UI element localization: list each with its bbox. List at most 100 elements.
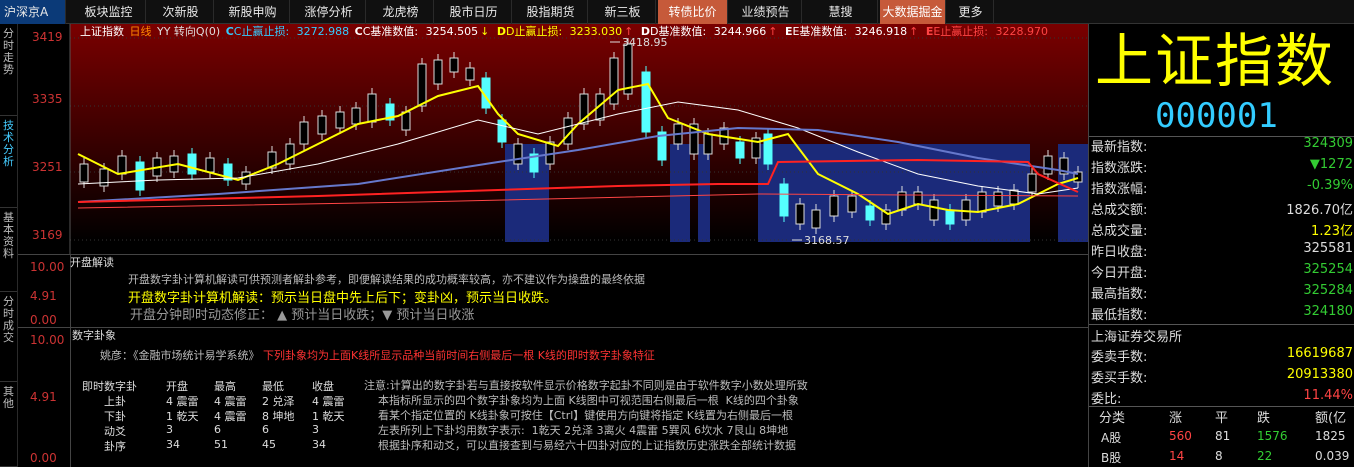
quote-label: 指数涨幅: [1091, 182, 1148, 197]
gua-cell: 4 震雷 [312, 395, 345, 408]
tab-11[interactable]: 慧搜 [804, 0, 878, 24]
breadth-cell: 560 [1169, 429, 1192, 443]
quote-row: 指数涨幅: -0.39% [1089, 178, 1354, 199]
tab-3[interactable]: 新股申购 [216, 0, 290, 24]
tab-2[interactable]: 次新股 [148, 0, 214, 24]
gua-cell: 51 [214, 438, 228, 451]
side-tab-3[interactable]: 基本资料 [0, 208, 17, 292]
quote-row: 委卖手数: 16619687 [1089, 346, 1354, 367]
quote-label: 最低指数: [1091, 308, 1148, 323]
legend-c-base-value: 3254.505 ↓ [425, 25, 490, 38]
legend-c-stop: CC止赢止损: [225, 25, 290, 38]
quote-label: 最新指数: [1091, 140, 1148, 155]
candle-body [99, 168, 109, 187]
quote-value: 1826.70亿 [1286, 203, 1353, 218]
candle-body [135, 161, 145, 191]
gua-cell: 1 乾天 [166, 410, 199, 423]
quote-label: 最高指数: [1091, 287, 1148, 302]
candle-body [945, 209, 955, 225]
candle-body [1027, 173, 1037, 193]
breadth-header: 额(亿 [1315, 411, 1347, 426]
gua-cell: 3 [312, 423, 319, 436]
panel1-minute-correction: 开盘分钟即时动态修正： ▲ 预计当日收跌；▼ 预计当日收涨 [130, 308, 475, 323]
quote-row: 昨日收盘: 325581 [1089, 241, 1354, 262]
panel2-source: 姚彦：《金融市场统计易学系统》 下列卦象均为上面K线所显示品种当前时间右侧最后一… [100, 347, 655, 363]
gua-header-cell: 最低 [262, 380, 284, 393]
tab-10[interactable]: 业绩预告 [730, 0, 802, 24]
tab-9[interactable]: 转债比价 [658, 0, 728, 24]
side-tab-5[interactable]: 其他 [0, 382, 17, 467]
gua-cell: 4 震雷 [214, 410, 247, 423]
candle-body [317, 115, 327, 135]
tab-4[interactable]: 涨停分析 [292, 0, 366, 24]
side-tab-1[interactable]: 分时走势 [0, 24, 17, 116]
breadth-row: A股 560 81 1576 1825 [1089, 429, 1354, 449]
gua-cell: 34 [312, 438, 326, 451]
candle-body [79, 163, 89, 183]
tab-8[interactable]: 新三板 [590, 0, 656, 24]
tab-12[interactable]: 大数据掘金 [880, 0, 946, 24]
quote-row: 最高指数: 325284 [1089, 283, 1354, 304]
candle-body [417, 63, 427, 107]
kline-chart: 3418.953168.57 [69, 24, 1088, 254]
candle-body [609, 57, 619, 105]
market-selector[interactable]: 沪深京A [0, 0, 66, 24]
candle-body [285, 143, 295, 165]
panel1-notice: 开盘数字卦计算机解读可供预测者解卦参考，即便解读结果的成功概率较高，亦不建议作为… [128, 273, 645, 286]
quote-value: 324309 [1303, 136, 1353, 151]
side-tab-4[interactable]: 分时成交 [0, 292, 17, 382]
legend-name: 上证指数 [80, 25, 124, 38]
breadth-header: 跌 [1257, 411, 1271, 426]
quote-label: 总成交额: [1091, 203, 1148, 218]
quote-label: 指数涨跌: [1091, 161, 1148, 176]
panel2-y-label: 10.00 [30, 333, 65, 347]
candle-body [513, 143, 523, 165]
candle-body [735, 141, 745, 159]
tab-5[interactable]: 龙虎榜 [368, 0, 434, 24]
candle-body [929, 199, 939, 221]
gua-cell: 45 [262, 438, 276, 451]
kline-y-label: 3169 [32, 228, 63, 242]
gua-cell: 下卦 [104, 410, 126, 423]
gua-header-cell: 即时数字卦 [82, 380, 137, 393]
gua-cell: 4 震雷 [166, 395, 199, 408]
quote-value: 16619687 [1286, 346, 1353, 361]
legend-e-stop-value: 3228.970 [995, 25, 1049, 38]
tab-13[interactable]: 更多 [948, 0, 994, 24]
gua-cell: 上卦 [104, 395, 126, 408]
candle-body [829, 195, 839, 217]
legend-c-stop-value: 3272.988 [296, 25, 350, 38]
panel1-y-label: 4.91 [30, 289, 57, 303]
gua-header-cell: 开盘 [166, 380, 188, 393]
legend-e-stop: EE止赢止损: [925, 25, 988, 38]
gua-header-cell: 最高 [214, 380, 236, 393]
breadth-cell: 81 [1215, 429, 1231, 443]
quote-row: 总成交量: 1.23亿 [1089, 220, 1354, 241]
candle-body [1009, 189, 1019, 205]
candle-body [187, 153, 197, 175]
gua-cell: 动爻 [104, 425, 126, 438]
tab-1[interactable]: 板块监控 [72, 0, 146, 24]
quote-value: 11.44% [1303, 388, 1353, 403]
kline-y-label: 3251 [32, 160, 63, 174]
quote-label: 总成交量: [1091, 224, 1148, 239]
tab-6[interactable]: 股市日历 [436, 0, 512, 24]
panel1-y-label: 10.00 [30, 260, 65, 274]
side-tab-2[interactable]: 技术分析 [0, 116, 17, 208]
quote-value: 325254 [1303, 262, 1353, 277]
tab-7[interactable]: 股指期货 [514, 0, 588, 24]
index-name: 上证指数 [1095, 27, 1336, 95]
breadth-cell: 22 [1257, 449, 1273, 463]
exchange-name: 上海证券交易所 [1091, 330, 1183, 345]
quote-row: 最新指数: 324309 [1089, 136, 1354, 157]
candle-body [641, 71, 651, 133]
candle-body [205, 157, 215, 173]
kline-y-label: 3419 [32, 30, 63, 44]
breadth-cell: 1825 [1315, 429, 1346, 443]
quote-row: 委买手数: 20913380 [1089, 367, 1354, 388]
legend-d-stop-value: 3233.030 ↑ [569, 25, 634, 38]
blue-zone [670, 144, 690, 242]
quote-row: 总成交额: 1826.70亿 [1089, 199, 1354, 220]
panel2-y-label: 0.00 [30, 451, 57, 465]
quote-row: 指数涨跌: ▼1272 [1089, 157, 1354, 178]
